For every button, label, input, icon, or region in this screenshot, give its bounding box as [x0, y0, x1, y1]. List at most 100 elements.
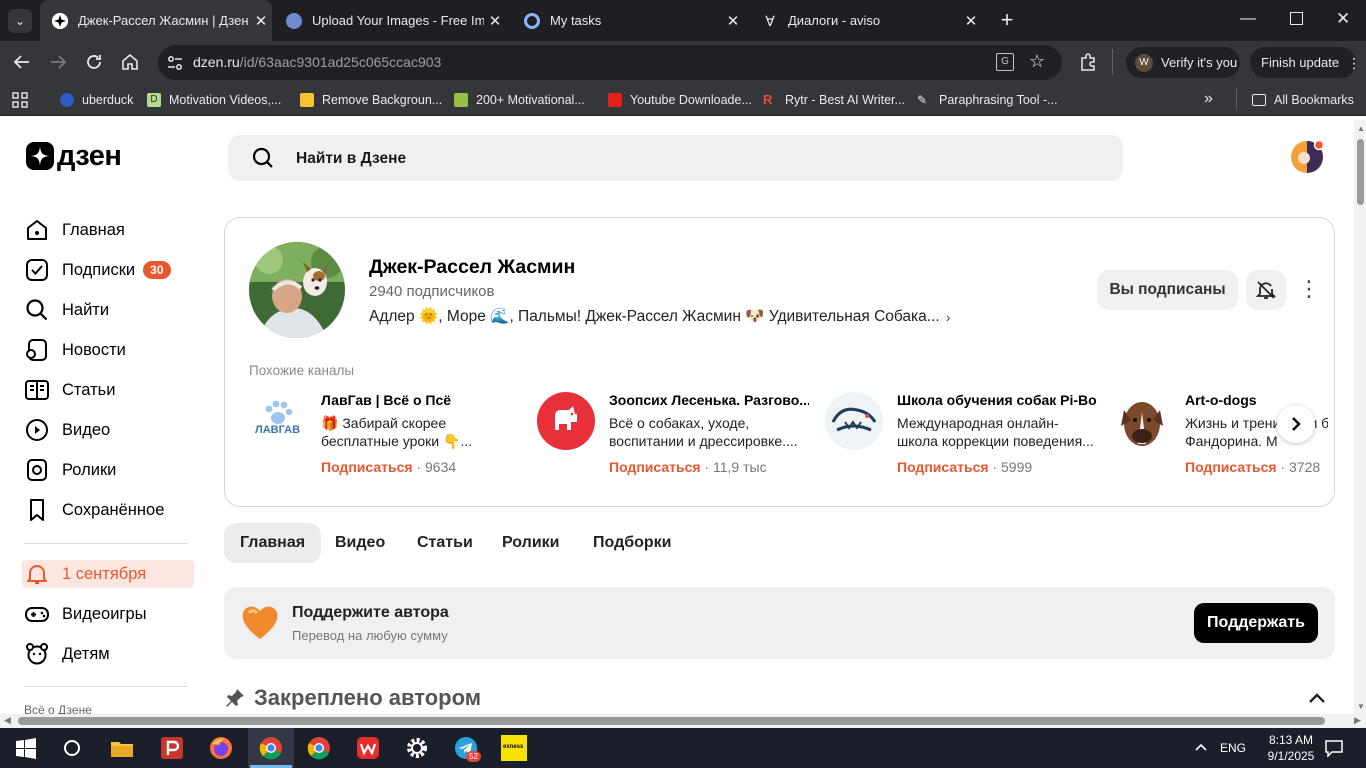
scroll-up-arrow-icon[interactable]: ▲: [1357, 124, 1365, 133]
similar-channel-meta: Подписаться · 11,9 тыс: [609, 459, 767, 475]
site-info-icon[interactable]: [166, 54, 184, 72]
bookmark-youtube-downloader[interactable]: Youtube Downloade...: [608, 91, 752, 109]
close-tab-icon[interactable]: ✕: [484, 12, 506, 30]
bookmark-label: uberduck: [82, 93, 134, 107]
cortana-search-icon[interactable]: [58, 734, 86, 762]
extensions-icon[interactable]: [1078, 52, 1098, 72]
horizontal-scrollbar[interactable]: ◀ ▶: [0, 714, 1366, 728]
profile-verify-button[interactable]: W Verify it's you: [1126, 47, 1240, 78]
tab-search-button[interactable]: ⌄: [8, 9, 32, 33]
sidebar-item-shorts[interactable]: Ролики: [24, 455, 116, 485]
tab-video[interactable]: Видео: [319, 523, 401, 563]
minimize-window-icon[interactable]: —: [1240, 10, 1256, 28]
vertical-scroll-thumb[interactable]: [1357, 139, 1364, 205]
horizontal-scroll-thumb[interactable]: [18, 717, 1325, 725]
subscribe-link[interactable]: Подписаться: [609, 459, 701, 475]
sidebar-item-articles[interactable]: Статьи: [24, 375, 115, 405]
similar-channels-next-button[interactable]: [1277, 405, 1315, 443]
bookmark-label: Motivation Videos,...: [169, 93, 282, 107]
support-button[interactable]: Поддержать: [1194, 603, 1318, 643]
forward-arrow-icon[interactable]: [48, 52, 68, 72]
file-explorer-icon[interactable]: [108, 734, 136, 762]
channel-avatar[interactable]: [249, 242, 345, 338]
home-browser-icon[interactable]: [120, 52, 140, 72]
finish-update-button[interactable]: Finish update ⋮: [1250, 47, 1361, 78]
bookmark-motivational[interactable]: 200+ Motivational...: [454, 91, 585, 109]
tab-collections[interactable]: Подборки: [577, 523, 688, 563]
bookmarks-bar: uberduck D Motivation Videos,... Remove B…: [0, 84, 1366, 116]
app-p-icon[interactable]: [158, 734, 186, 762]
browser-toolbar: dzen.ru/id/63aac9301ad25c065ccac903 G ☆ …: [0, 41, 1366, 84]
sidebar-item-kids[interactable]: Детям: [24, 639, 110, 669]
similar-channel-zoopsih[interactable]: Зоопсих Лесенька. Разгово... Всё о собак…: [537, 392, 809, 482]
subscribe-link[interactable]: Подписаться: [1185, 459, 1277, 475]
notifications-toggle-button[interactable]: [1246, 270, 1286, 310]
tab-my-tasks[interactable]: My tasks ✕: [514, 0, 744, 41]
action-center-icon[interactable]: [1324, 738, 1344, 758]
user-avatar[interactable]: [1290, 140, 1324, 174]
sidebar-item-home[interactable]: Главная: [24, 215, 125, 245]
tab-main[interactable]: Главная: [224, 523, 322, 563]
scroll-down-arrow-icon[interactable]: ▼: [1357, 702, 1365, 711]
tab-aviso[interactable]: ∀ Диалоги - aviso ✕: [752, 0, 982, 41]
telegram-icon[interactable]: 52: [452, 734, 481, 762]
sidebar-item-notification[interactable]: 1 сентября: [24, 559, 146, 589]
maximize-window-icon[interactable]: [1290, 12, 1303, 25]
chrome-active-icon[interactable]: [257, 734, 285, 762]
more-bookmarks-icon[interactable]: »: [1204, 90, 1213, 108]
dzen-logo[interactable]: дзен: [26, 142, 122, 171]
address-bar[interactable]: dzen.ru/id/63aac9301ad25c065ccac903 G ☆: [158, 45, 1062, 80]
exness-icon[interactable]: exness: [501, 735, 527, 761]
all-bookmarks-button[interactable]: All Bookmarks: [1252, 91, 1354, 109]
close-window-icon[interactable]: ✕: [1336, 9, 1350, 29]
subscribed-button[interactable]: Вы подписаны: [1097, 270, 1238, 310]
similar-channel-pibo[interactable]: Школа обучения собак Pi-Bo Международная…: [825, 392, 1097, 482]
new-tab-button[interactable]: +: [996, 9, 1018, 31]
tab-shorts[interactable]: Ролики: [486, 523, 576, 563]
tab-upload-images[interactable]: Upload Your Images - Free Imag ✕: [276, 0, 506, 41]
back-arrow-icon[interactable]: [12, 52, 32, 72]
close-tab-icon[interactable]: ✕: [722, 12, 744, 30]
close-tab-icon[interactable]: ✕: [960, 12, 982, 30]
home-icon: [27, 220, 47, 240]
bookmark-label: Remove Backgroun...: [322, 93, 443, 107]
firefox-icon[interactable]: [207, 734, 235, 762]
windows-start-icon[interactable]: [12, 734, 40, 762]
more-options-icon[interactable]: ⋮: [1298, 278, 1320, 304]
vertical-scrollbar[interactable]: ▲ ▼: [1354, 120, 1366, 716]
subscribe-link[interactable]: Подписаться: [897, 459, 989, 475]
collapse-pinned-icon[interactable]: [1308, 692, 1326, 704]
tab-articles[interactable]: Статьи: [401, 523, 489, 563]
sidebar-item-subscriptions[interactable]: Подписки 30: [24, 255, 171, 285]
sidebar-item-video[interactable]: Видео: [24, 415, 110, 445]
bell-off-icon: [1255, 281, 1277, 299]
wps-office-icon[interactable]: [354, 734, 382, 762]
apps-grid-icon[interactable]: [12, 92, 28, 108]
translate-icon[interactable]: G: [996, 53, 1014, 71]
show-hidden-icons-icon[interactable]: [1194, 740, 1208, 754]
close-tab-icon[interactable]: ✕: [250, 12, 272, 30]
bookmark-star-icon[interactable]: ☆: [1029, 51, 1045, 72]
language-indicator[interactable]: ENG: [1220, 741, 1246, 755]
sidebar-item-games[interactable]: Видеоигры: [24, 599, 146, 629]
similar-channel-lavgav[interactable]: ЛАВГАВ ЛавГав | Всё о Псё 🎁 Забирай скор…: [249, 392, 519, 482]
subscribe-link[interactable]: Подписаться: [321, 459, 413, 475]
bookmark-motivation[interactable]: D Motivation Videos,...: [147, 91, 281, 109]
sidebar-item-search[interactable]: Найти: [24, 295, 109, 325]
bookmark-uberduck[interactable]: uberduck: [60, 91, 133, 109]
scroll-left-arrow-icon[interactable]: ◀: [4, 715, 11, 726]
sidebar-item-news[interactable]: Новости: [24, 335, 126, 365]
bookmark-paraphrasing[interactable]: ✎ Paraphrasing Tool -...: [917, 91, 1058, 109]
bookmarks-divider: [1236, 89, 1237, 109]
tab-dzen[interactable]: Джек-Рассел Жасмин | Дзен ✕: [40, 0, 272, 41]
scroll-right-arrow-icon[interactable]: ▶: [1354, 715, 1361, 726]
reload-icon[interactable]: [84, 52, 104, 72]
bookmark-rytr[interactable]: R Rytr - Best AI Writer...: [763, 91, 905, 109]
sidebar-item-saved[interactable]: Сохранённое: [24, 495, 164, 525]
settings-gear-icon[interactable]: [403, 734, 431, 762]
bookmark-remove-bg[interactable]: Remove Backgroun...: [300, 91, 442, 109]
search-box[interactable]: Найти в Дзене: [228, 135, 1123, 181]
clock[interactable]: 8:13 AM 9/1/2025: [1262, 732, 1320, 764]
chrome-icon[interactable]: [305, 734, 333, 762]
channel-description[interactable]: Адлер 🌞, Море 🌊, Пальмы! Джек-Рассел Жас…: [369, 307, 950, 326]
